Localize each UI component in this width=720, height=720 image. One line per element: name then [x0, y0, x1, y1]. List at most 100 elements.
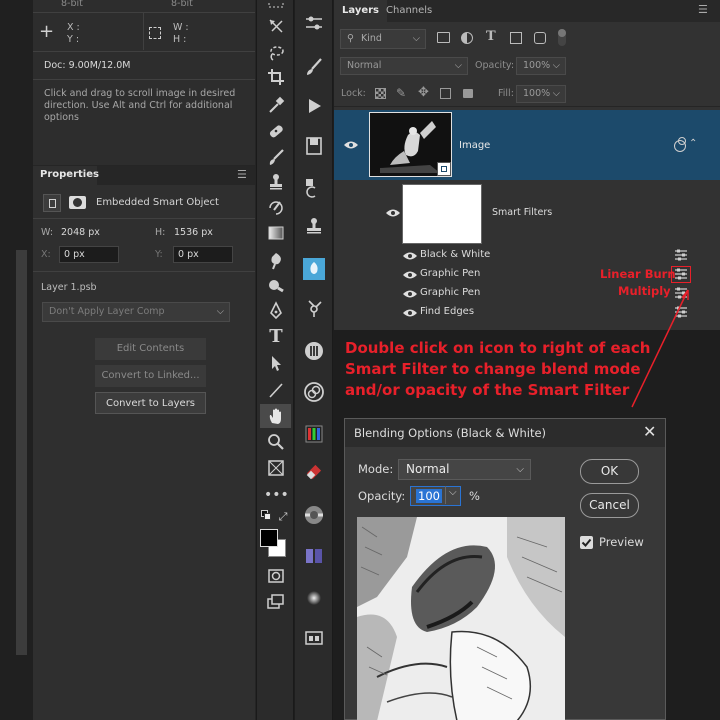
screen-mode-icon[interactable]: [264, 591, 288, 613]
filter-visibility-eye-icon[interactable]: [403, 270, 417, 280]
convert-to-linked-button[interactable]: Convert to Linked...: [95, 365, 206, 387]
swap-colors-icon[interactable]: ⤢: [277, 506, 289, 528]
clone-stamp-tool-icon[interactable]: [264, 171, 288, 193]
preview-checkbox[interactable]: [580, 536, 593, 549]
crop-tool-icon[interactable]: [264, 66, 288, 88]
smart-object-badge-icon: [437, 162, 451, 176]
filter-black-white[interactable]: Black & White: [420, 249, 490, 260]
swatches-panel-icon[interactable]: [303, 545, 325, 567]
pen-tool-icon[interactable]: [264, 300, 288, 322]
layer-fill-input[interactable]: 100% ⌵: [516, 85, 566, 103]
layer-blend-mode-select[interactable]: Normal ⌵: [340, 57, 468, 75]
annotation-line-2: Smart Filter to change blend mode: [345, 360, 641, 378]
quick-mask-icon[interactable]: [264, 565, 288, 587]
adjustments-panel-icon[interactable]: [303, 12, 325, 34]
layer-comps-icon[interactable]: [303, 381, 325, 403]
type-layer-filter-icon[interactable]: T: [486, 29, 496, 44]
lock-all-icon[interactable]: [463, 89, 473, 98]
filter-find-edges[interactable]: Find Edges: [420, 306, 474, 317]
filter-visibility-eye-icon[interactable]: [403, 251, 417, 261]
filter-visibility-eye-icon[interactable]: [403, 308, 417, 318]
shape-layer-filter-icon[interactable]: [510, 32, 522, 44]
more-tools-icon[interactable]: •••: [264, 484, 289, 506]
artboard-frame-icon[interactable]: [264, 457, 288, 479]
levels-panel-icon[interactable]: [303, 340, 325, 362]
annotation-arrow: [631, 289, 689, 408]
smart-object-filter-icon[interactable]: [534, 32, 546, 44]
brushes-panel-icon[interactable]: [303, 56, 325, 78]
zoom-tool-icon[interactable]: [264, 431, 288, 453]
channels-color-icon[interactable]: [303, 423, 325, 445]
type-tool-icon[interactable]: T: [264, 326, 288, 348]
hand-tool-icon[interactable]: [260, 404, 291, 428]
smart-filters-label: Smart Filters: [492, 207, 553, 218]
history-panel-icon[interactable]: [303, 135, 325, 157]
ok-button[interactable]: OK: [580, 459, 639, 484]
healing-brush-tool-icon[interactable]: [264, 120, 288, 142]
clone-source-panel-icon[interactable]: [303, 176, 325, 198]
filter-graphic-pen[interactable]: Graphic Pen: [420, 268, 480, 279]
bit-depth-1: 8-bit: [61, 0, 83, 9]
properties-menu-icon[interactable]: ☰: [237, 168, 247, 181]
filter-toggle[interactable]: [558, 29, 566, 46]
layer-comp-select[interactable]: Don't Apply Layer Comp ⌵: [42, 302, 230, 322]
color-panel-icon[interactable]: [303, 504, 325, 526]
history-brush-tool-icon[interactable]: [264, 197, 288, 219]
lock-transparent-icon[interactable]: [375, 88, 386, 99]
mask-icon[interactable]: [69, 196, 86, 209]
close-icon[interactable]: ✕: [643, 423, 656, 441]
tab-channels[interactable]: Channels: [378, 0, 440, 22]
adjustment-layer-filter-icon[interactable]: [461, 32, 473, 44]
path-selection-tool-icon[interactable]: [264, 352, 288, 374]
layer-comp-value: Don't Apply Layer Comp: [49, 306, 165, 317]
opacity-input[interactable]: 100 ⌵: [410, 486, 461, 506]
kind-filter-select[interactable]: ⚲ Kind ⌵: [340, 29, 426, 49]
edit-contents-button[interactable]: Edit Contents: [95, 338, 206, 360]
dodge-tool-icon[interactable]: [264, 275, 288, 297]
lock-pixels-icon[interactable]: ✎: [396, 86, 406, 100]
gradient-panel-icon[interactable]: [303, 587, 325, 609]
move-tool-icon[interactable]: [264, 15, 288, 37]
y-position-input[interactable]: 0 px: [173, 246, 233, 263]
layers-menu-icon[interactable]: ☰: [698, 3, 708, 16]
eyedropper-tool-icon[interactable]: [264, 94, 288, 116]
actions-play-icon[interactable]: [303, 95, 325, 117]
line-tool-icon[interactable]: [264, 379, 288, 401]
lock-artboard-icon[interactable]: [440, 88, 451, 99]
timeline-panel-icon[interactable]: [303, 626, 325, 648]
lock-position-icon[interactable]: ✥: [418, 85, 429, 100]
blur-tool-icon[interactable]: [264, 250, 288, 272]
x-position-input[interactable]: 0 px: [59, 246, 119, 263]
tool-presets-icon[interactable]: [303, 215, 325, 237]
layer-visibility-eye-icon[interactable]: [344, 140, 358, 150]
filter-visibility-eye-icon[interactable]: [403, 289, 417, 299]
left-scrollbar-thumb[interactable]: [16, 250, 27, 655]
filter-graphic-pen-2[interactable]: Graphic Pen: [420, 287, 480, 298]
collapse-effects-icon[interactable]: ⌃: [689, 138, 697, 149]
chevron-down-icon[interactable]: ⌵: [449, 487, 457, 498]
layer-name-image[interactable]: Image: [459, 140, 490, 151]
smart-filters-visibility-eye-icon[interactable]: [386, 208, 400, 218]
y-label: Y:: [155, 249, 163, 260]
preview-label[interactable]: Preview: [599, 535, 644, 549]
lasso-tool-icon[interactable]: [264, 42, 288, 64]
smart-filter-indicator-icon[interactable]: [674, 137, 686, 152]
default-colors-icon[interactable]: [259, 508, 273, 522]
properties-divider-2: [33, 271, 255, 272]
cancel-button[interactable]: Cancel: [580, 493, 639, 518]
brush-tool-icon[interactable]: [264, 146, 288, 168]
mode-select[interactable]: Normal ⌵: [398, 459, 531, 480]
foreground-color-swatch[interactable]: [260, 529, 278, 547]
gradient-tool-icon[interactable]: [264, 222, 288, 244]
libraries-panel-icon[interactable]: [303, 258, 325, 280]
chevron-down-icon: ⌵: [216, 306, 224, 317]
percent-label: %: [469, 489, 480, 503]
annotation-line-1: Double click on icon to right of each: [345, 339, 651, 357]
eraser-panel-icon[interactable]: [303, 461, 325, 483]
pixel-layer-filter-icon[interactable]: [437, 32, 450, 43]
smart-filter-mask-thumbnail[interactable]: [402, 184, 482, 244]
layer-opacity-input[interactable]: 100% ⌵: [516, 57, 566, 75]
filter-blending-options-icon[interactable]: [674, 249, 688, 264]
graph-panel-icon[interactable]: [303, 298, 325, 320]
convert-to-layers-button[interactable]: Convert to Layers: [95, 392, 206, 414]
